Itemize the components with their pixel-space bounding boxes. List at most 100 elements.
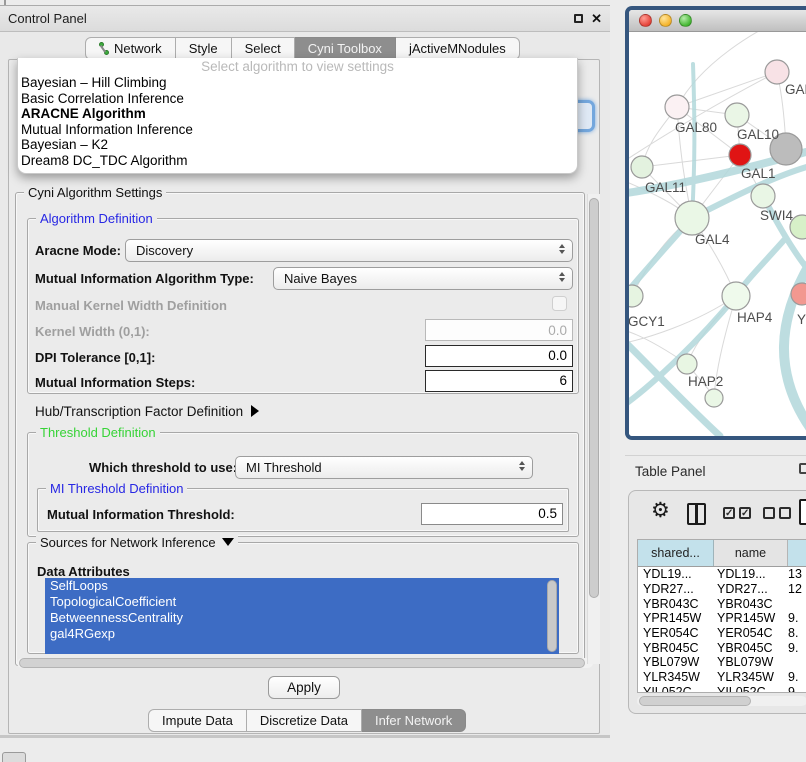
table-cell[interactable]: YBL079W <box>638 655 714 669</box>
network-node-selected[interactable] <box>729 144 751 166</box>
table-cell[interactable]: YIL052C <box>638 685 714 693</box>
table-cell[interactable]: YDL19... <box>638 567 714 581</box>
table-cell[interactable]: YER054C <box>638 626 714 640</box>
table-cell[interactable]: YBR043C <box>638 597 714 611</box>
attribute-list-item[interactable]: BetweennessCentrality <box>45 610 559 626</box>
export-table-icon[interactable] <box>799 499 806 525</box>
table-row[interactable]: YDR27...YDR27...12 <box>638 582 806 597</box>
control-panel-titlebar[interactable]: Control Panel ✕ <box>0 6 610 32</box>
tab-cyni-toolbox[interactable]: Cyni Toolbox <box>295 37 396 60</box>
table-row[interactable]: YDL19...YDL19...13 <box>638 567 806 582</box>
mi-steps-field[interactable]: 6 <box>425 370 573 392</box>
network-node[interactable] <box>675 201 709 235</box>
select-all-columns-icon[interactable]: ✓✓ <box>723 507 751 519</box>
network-node[interactable] <box>705 389 723 407</box>
attribute-list-item[interactable]: gal4RGexp <box>45 626 559 642</box>
algorithm-option[interactable]: Bayesian – K2 <box>18 137 577 153</box>
table-cell[interactable]: 9. <box>788 641 806 655</box>
tab-jactivemnodules[interactable]: jActiveMNodules <box>396 37 520 60</box>
tab-discretize-data[interactable]: Discretize Data <box>247 709 362 732</box>
table-cell[interactable]: YLR345W <box>638 670 714 684</box>
close-traffic-light-icon[interactable] <box>639 14 652 27</box>
tab-network[interactable]: Network <box>85 37 176 60</box>
close-icon[interactable]: ✕ <box>591 12 602 25</box>
table-row[interactable]: YBR043CYBR043C <box>638 596 806 611</box>
zoom-traffic-light-icon[interactable] <box>679 14 692 27</box>
tab-impute-data[interactable]: Impute Data <box>148 709 247 732</box>
columns-icon[interactable] <box>687 503 706 525</box>
network-node[interactable] <box>629 285 643 307</box>
table-cell[interactable]: 9 <box>788 685 806 693</box>
table-cell[interactable]: YDR27... <box>714 582 788 596</box>
table-cell[interactable]: YPR145W <box>638 611 714 625</box>
table-cell[interactable]: 12 <box>788 582 806 596</box>
apply-button[interactable]: Apply <box>268 676 340 699</box>
algorithm-option[interactable]: Basic Correlation Inference <box>18 91 577 107</box>
network-node[interactable] <box>722 282 750 310</box>
tab-infer-network[interactable]: Infer Network <box>362 709 466 732</box>
table-row[interactable]: YBL079WYBL079W <box>638 655 806 670</box>
algorithm-option[interactable]: Mutual Information Inference <box>18 122 577 138</box>
table-panel-float-icon[interactable] <box>799 463 806 474</box>
network-node[interactable] <box>725 103 749 127</box>
table-row[interactable]: YLR345WYLR345W9. <box>638 670 806 685</box>
deselect-all-columns-icon[interactable] <box>763 507 791 519</box>
attributes-scrollbar[interactable] <box>547 580 557 652</box>
algorithm-option[interactable]: Dream8 DC_TDC Algorithm <box>18 153 577 169</box>
attribute-list-item[interactable]: SelfLoops <box>45 578 559 594</box>
network-node[interactable] <box>751 184 775 208</box>
bottom-left-partial-button[interactable] <box>2 752 26 762</box>
network-node[interactable] <box>677 354 697 374</box>
tab-select[interactable]: Select <box>232 37 295 60</box>
table-row[interactable]: YER054CYER054C8. <box>638 626 806 641</box>
settings-scrollbar-track[interactable] <box>587 194 600 664</box>
manual-kernel-width-checkbox[interactable] <box>552 296 567 311</box>
algorithm-dropdown-prompt: Select algorithm to view settings <box>18 59 577 75</box>
algorithm-option[interactable]: Bayesian – Hill Climbing <box>18 75 577 91</box>
network-window-titlebar[interactable] <box>629 10 806 32</box>
table-row[interactable]: YIL052CYIL052C9 <box>638 685 806 694</box>
dpi-tolerance-field[interactable]: 0.0 <box>425 345 573 367</box>
table-cell[interactable]: YIL052C <box>714 685 788 693</box>
settings-horizontal-scrollbar[interactable] <box>17 658 593 668</box>
table-cell[interactable]: 8. <box>788 626 806 640</box>
table-cell[interactable]: YDR27... <box>638 582 714 596</box>
gear-icon[interactable]: ⚙ <box>651 498 670 523</box>
table-row[interactable]: YBR045CYBR045C9. <box>638 640 806 655</box>
table-cell[interactable]: 9. <box>788 611 806 625</box>
table-cell[interactable]: YBR043C <box>714 597 788 611</box>
table-cell[interactable]: YDL19... <box>714 567 788 581</box>
network-node[interactable] <box>665 95 689 119</box>
settings-scrollbar-thumb[interactable] <box>589 198 599 598</box>
column-header-shared-name[interactable]: shared... <box>638 540 714 566</box>
float-window-icon[interactable] <box>574 14 583 23</box>
column-header-name[interactable]: name <box>714 540 788 566</box>
table-cell[interactable]: YBL079W <box>714 655 788 669</box>
tab-style[interactable]: Style <box>176 37 232 60</box>
table-cell[interactable]: 9. <box>788 670 806 684</box>
table-cell[interactable]: YER054C <box>714 626 788 640</box>
data-attributes-list[interactable]: SelfLoopsTopologicalCoefficientBetweenne… <box>45 578 559 654</box>
kernel-width-field[interactable]: 0.0 <box>425 319 573 341</box>
which-threshold-select[interactable]: MI Threshold <box>235 456 533 479</box>
hub-section-toggle[interactable]: Hub/Transcription Factor Definition <box>35 404 259 419</box>
sources-group-title[interactable]: Sources for Network Inference <box>36 535 238 550</box>
mi-threshold-field[interactable]: 0.5 <box>421 503 563 525</box>
table-cell[interactable]: 13 <box>788 567 806 581</box>
network-view-window[interactable]: GAL GAL80 GAL10 GAL1 GAL11 SWI4 GAL4 GCY… <box>625 6 806 440</box>
aracne-mode-select[interactable]: Discovery <box>125 239 573 262</box>
network-canvas[interactable]: GAL GAL80 GAL10 GAL1 GAL11 SWI4 GAL4 GCY… <box>629 32 806 439</box>
table-cell[interactable]: YPR145W <box>714 611 788 625</box>
network-node[interactable] <box>631 156 653 178</box>
column-header-partial[interactable] <box>788 540 806 566</box>
network-node[interactable] <box>765 60 789 84</box>
table-row[interactable]: YPR145WYPR145W9. <box>638 611 806 626</box>
table-cell[interactable]: YLR345W <box>714 670 788 684</box>
table-cell[interactable]: YBR045C <box>638 641 714 655</box>
mi-algorithm-type-select[interactable]: Naive Bayes <box>273 267 573 290</box>
table-cell[interactable]: YBR045C <box>714 641 788 655</box>
attribute-list-item[interactable]: TopologicalCoefficient <box>45 594 559 610</box>
table-horizontal-scrollbar[interactable] <box>637 696 806 706</box>
algorithm-option[interactable]: ARACNE Algorithm <box>18 106 577 122</box>
minimize-traffic-light-icon[interactable] <box>659 14 672 27</box>
